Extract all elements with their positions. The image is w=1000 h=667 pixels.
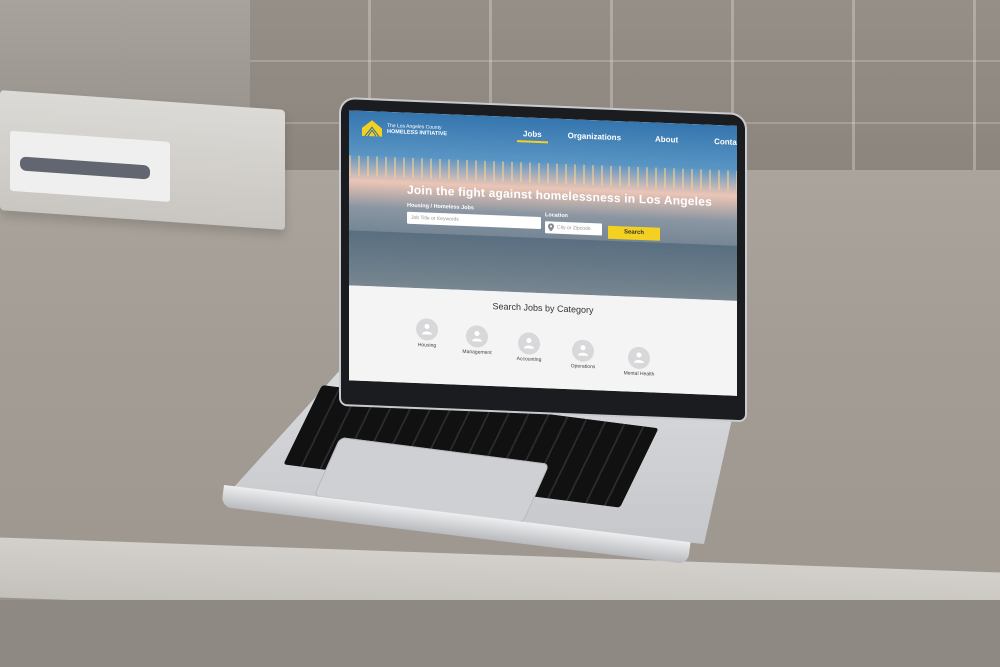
floor — [0, 600, 1000, 667]
logo-line-2: HOMELESS INITIATIVE — [387, 128, 448, 138]
hero-banner: The Los Angeles County HOMELESS INITIATI… — [349, 110, 737, 301]
laptop-lid: The Los Angeles County HOMELESS INITIATI… — [341, 99, 745, 421]
nav-contact[interactable]: Contact — [708, 135, 737, 152]
document-tray — [0, 90, 285, 230]
category-operations[interactable]: Operations — [553, 339, 613, 371]
job-keywords-input[interactable]: Job Title or Keywords — [407, 211, 541, 230]
site-logo[interactable]: The Los Angeles County HOMELESS INITIATI… — [361, 119, 447, 140]
person-pin-icon — [422, 323, 432, 335]
location-placeholder: City or Zipcode — [557, 224, 591, 233]
main-nav: Jobs Organizations About Contact — [517, 127, 737, 151]
category-section: Search Jobs by Category Housing Manageme… — [349, 285, 737, 396]
category-label: Operations — [570, 363, 596, 371]
laptop-screen: The Los Angeles County HOMELESS INITIATI… — [349, 110, 737, 396]
location-field-label: Location — [545, 212, 568, 220]
location-input[interactable]: City or Zipcode — [545, 221, 602, 236]
person-pin-icon — [578, 345, 588, 356]
search-button[interactable]: Search — [608, 225, 660, 241]
category-label: Mental Health — [623, 370, 655, 378]
category-accounting[interactable]: Accounting — [499, 331, 559, 363]
nav-jobs[interactable]: Jobs — [517, 127, 548, 144]
person-pin-icon — [524, 338, 534, 349]
nav-organizations[interactable]: Organizations — [562, 129, 627, 147]
category-label: Management — [462, 348, 492, 357]
person-pin-icon — [472, 330, 482, 342]
jobs-field-label: Housing / Homeless Jobs — [407, 202, 474, 212]
category-label: Accounting — [516, 356, 542, 364]
category-management[interactable]: Management — [447, 324, 507, 356]
location-pin-icon — [548, 223, 554, 232]
sunrise-logo-icon — [362, 120, 382, 137]
person-pin-icon — [634, 352, 644, 364]
nav-about[interactable]: About — [649, 132, 684, 148]
category-mental-health[interactable]: Mental Health — [609, 346, 669, 378]
